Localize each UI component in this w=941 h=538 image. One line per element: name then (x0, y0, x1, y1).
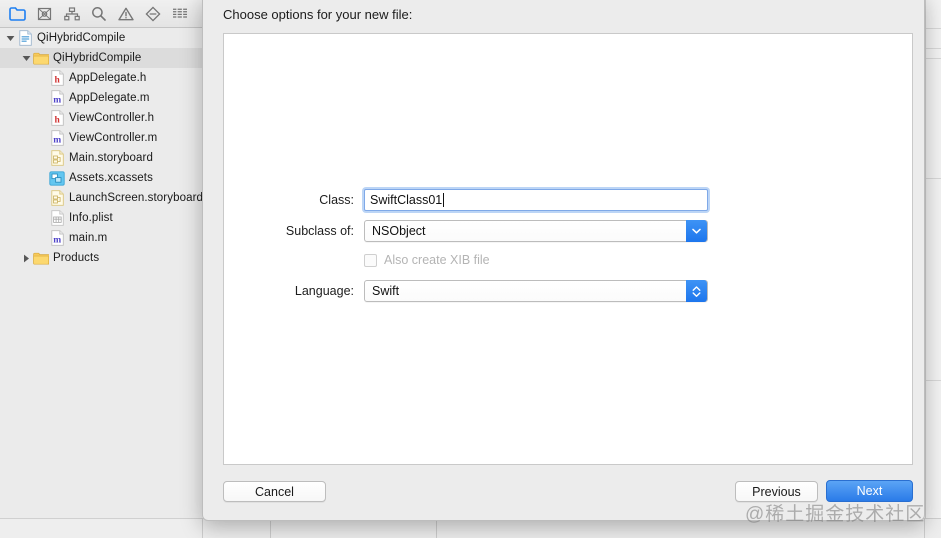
chevron-up-down-icon[interactable] (686, 280, 707, 302)
app-window: QiHybridCompile QiHybridCompile h AppDelega… (0, 0, 941, 538)
strip-divider (926, 58, 941, 59)
strip-divider (926, 48, 941, 49)
svg-text:m: m (53, 135, 61, 145)
objc-file-icon: m (49, 230, 65, 246)
previous-button[interactable]: Previous (735, 481, 818, 502)
disclosure-triangle-open-icon[interactable] (20, 48, 33, 68)
navigator-item-label: QiHybridCompile (37, 32, 126, 44)
svg-text:m: m (53, 235, 61, 245)
strip-divider (926, 380, 941, 381)
navigator-item-label: Assets.xcassets (69, 172, 153, 184)
bottom-bar-divider (270, 519, 271, 538)
bottom-bar-divider (436, 519, 437, 538)
debug-navigator-tab[interactable] (166, 2, 193, 26)
bottom-bar-divider (202, 519, 203, 538)
strip-divider (926, 178, 941, 179)
language-dropdown[interactable]: Swift (364, 280, 708, 302)
header-file-icon: h (49, 110, 65, 126)
text-caret (443, 193, 445, 207)
objc-file-icon: m (49, 130, 65, 146)
project-navigator-tree[interactable]: QiHybridCompile QiHybridCompile h AppDelega… (0, 28, 202, 538)
storyboard-file-icon (49, 190, 65, 206)
cancel-button[interactable]: Cancel (223, 481, 326, 502)
navigator-item-appdelegate-m[interactable]: m AppDelegate.m (0, 88, 202, 108)
navigator-item-label: ViewController.h (69, 112, 155, 124)
svg-text:h: h (54, 75, 60, 85)
folder-icon (33, 50, 49, 66)
navigator-item-label: Main.storyboard (69, 152, 153, 164)
next-button[interactable]: Next (826, 480, 913, 502)
source-control-navigator-tab[interactable] (31, 2, 58, 26)
plist-file-icon (49, 210, 65, 226)
subclass-row: Subclass of: NSObject (244, 220, 708, 242)
assets-catalog-icon (49, 170, 65, 186)
sheet-content-panel: Class: SwiftClass01 Subclass of: NSObjec… (223, 33, 913, 465)
disclosure-triangle-closed-icon[interactable] (20, 248, 33, 268)
navigator-item-label: ViewController.m (69, 132, 158, 144)
symbol-navigator-tab[interactable] (58, 2, 85, 26)
find-navigator-tab[interactable] (85, 2, 112, 26)
class-input[interactable]: SwiftClass01 (364, 189, 708, 211)
svg-text:m: m (53, 95, 61, 105)
disclosure-triangle-open-icon[interactable] (4, 28, 17, 48)
xib-checkbox-group: Also create XIB file (364, 253, 490, 267)
navigator-item-label: AppDelegate.h (69, 72, 147, 84)
navigator-item-label: QiHybridCompile (53, 52, 142, 64)
storyboard-file-icon (49, 150, 65, 166)
navigator-item-main-m[interactable]: m main.m (0, 228, 202, 248)
class-row: Class: SwiftClass01 (244, 189, 708, 211)
navigator-item-qihybridcompile[interactable]: QiHybridCompile (0, 48, 202, 68)
class-input-value: SwiftClass01 (370, 193, 443, 207)
xcode-project-icon (17, 30, 33, 46)
navigator-item-label: Info.plist (69, 212, 113, 224)
navigator-item-info-plist[interactable]: Info.plist (0, 208, 202, 228)
background-window-right-strip (925, 0, 941, 538)
sheet-title: Choose options for your new file: (223, 7, 413, 22)
svg-text:h: h (54, 115, 60, 125)
navigator-item-products[interactable]: Products (0, 248, 202, 268)
navigator-item-label: LaunchScreen.storyboard (69, 192, 202, 204)
issue-navigator-tab[interactable] (112, 2, 139, 26)
new-file-form: Class: SwiftClass01 Subclass of: NSObjec… (224, 34, 912, 464)
test-navigator-tab[interactable] (139, 2, 166, 26)
navigator-item-assets-xcassets[interactable]: Assets.xcassets (0, 168, 202, 188)
language-row: Language: Swift (244, 280, 708, 302)
header-file-icon: h (49, 70, 65, 86)
project-navigator-tab[interactable] (4, 2, 31, 26)
chevron-down-icon[interactable] (686, 220, 707, 242)
navigator-item-qihybridcompile[interactable]: QiHybridCompile (0, 28, 202, 48)
folder-icon (33, 250, 49, 266)
navigator-selector-bar (0, 0, 202, 28)
new-file-options-sheet: Choose options for your new file: Class:… (202, 0, 925, 521)
xib-row: Also create XIB file (244, 253, 490, 267)
subclass-dropdown[interactable]: NSObject (364, 220, 708, 242)
navigator-item-main-storyboard[interactable]: Main.storyboard (0, 148, 202, 168)
objc-file-icon: m (49, 90, 65, 106)
class-label: Class: (319, 193, 354, 207)
navigator-item-viewcontroller-m[interactable]: m ViewController.m (0, 128, 202, 148)
language-label: Language: (294, 284, 354, 298)
xib-checkbox-label: Also create XIB file (384, 253, 490, 267)
navigator-item-label: Products (53, 252, 100, 264)
bottom-status-bar (0, 518, 941, 538)
language-value: Swift (372, 284, 400, 298)
navigator-item-appdelegate-h[interactable]: h AppDelegate.h (0, 68, 202, 88)
strip-divider (926, 28, 941, 29)
navigator-item-label: main.m (69, 232, 108, 244)
navigator-item-viewcontroller-h[interactable]: h ViewController.h (0, 108, 202, 128)
subclass-label: Subclass of: (285, 224, 354, 238)
xib-checkbox[interactable] (364, 253, 377, 267)
bottom-bar-divider (924, 519, 925, 538)
navigator-item-launchscreen-storyboard[interactable]: LaunchScreen.storyboard (0, 188, 202, 208)
subclass-value: NSObject (372, 224, 426, 238)
navigator-item-label: AppDelegate.m (69, 92, 150, 104)
